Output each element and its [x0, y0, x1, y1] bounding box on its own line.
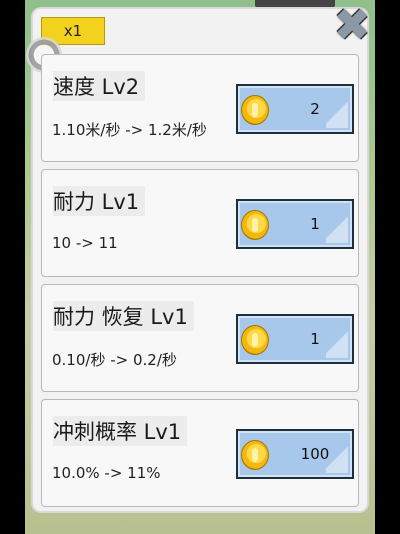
coin-icon [241, 210, 269, 240]
upgrade-cost: 1 [310, 215, 320, 233]
buy-button[interactable]: 1 [236, 314, 354, 364]
close-icon: ✖ [333, 0, 371, 51]
upgrade-description: 1.10米/秒 -> 1.2米/秒 [52, 121, 207, 139]
multiplier-label: x1 [63, 22, 83, 40]
upgrade-title: 速度 Lv2 [53, 71, 146, 101]
upgrade-title: 冲刺概率 Lv1 [53, 416, 188, 446]
coin-icon [241, 440, 269, 470]
background-right-border [375, 0, 400, 534]
upgrade-card-speed: 速度 Lv2 1.10米/秒 -> 1.2米/秒 2 [41, 54, 359, 162]
upgrade-cost: 2 [310, 100, 320, 118]
upgrade-description: 10.0% -> 11% [52, 464, 161, 482]
upgrade-title: 耐力 恢复 Lv1 [53, 301, 194, 331]
upgrade-description: 10 -> 11 [52, 234, 118, 252]
close-button[interactable]: ✖ [330, 4, 374, 48]
upgrade-cost: 100 [300, 445, 330, 463]
coin-icon [241, 95, 269, 125]
upgrade-description: 0.10/秒 -> 0.2/秒 [52, 351, 177, 369]
coin-icon [241, 325, 269, 355]
upgrade-card-sprint-chance: 冲刺概率 Lv1 10.0% -> 11% 100 [41, 399, 359, 507]
buy-button[interactable]: 2 [236, 84, 354, 134]
buy-button[interactable]: 1 [236, 199, 354, 249]
upgrade-cost: 1 [310, 330, 320, 348]
background-left-border [0, 0, 25, 534]
top-status-bar [255, 0, 335, 8]
upgrade-card-stamina-recovery: 耐力 恢复 Lv1 0.10/秒 -> 0.2/秒 1 [41, 284, 359, 392]
upgrade-card-stamina: 耐力 Lv1 10 -> 11 1 [41, 169, 359, 277]
buy-button[interactable]: 100 [236, 429, 354, 479]
upgrade-title: 耐力 Lv1 [53, 186, 146, 216]
